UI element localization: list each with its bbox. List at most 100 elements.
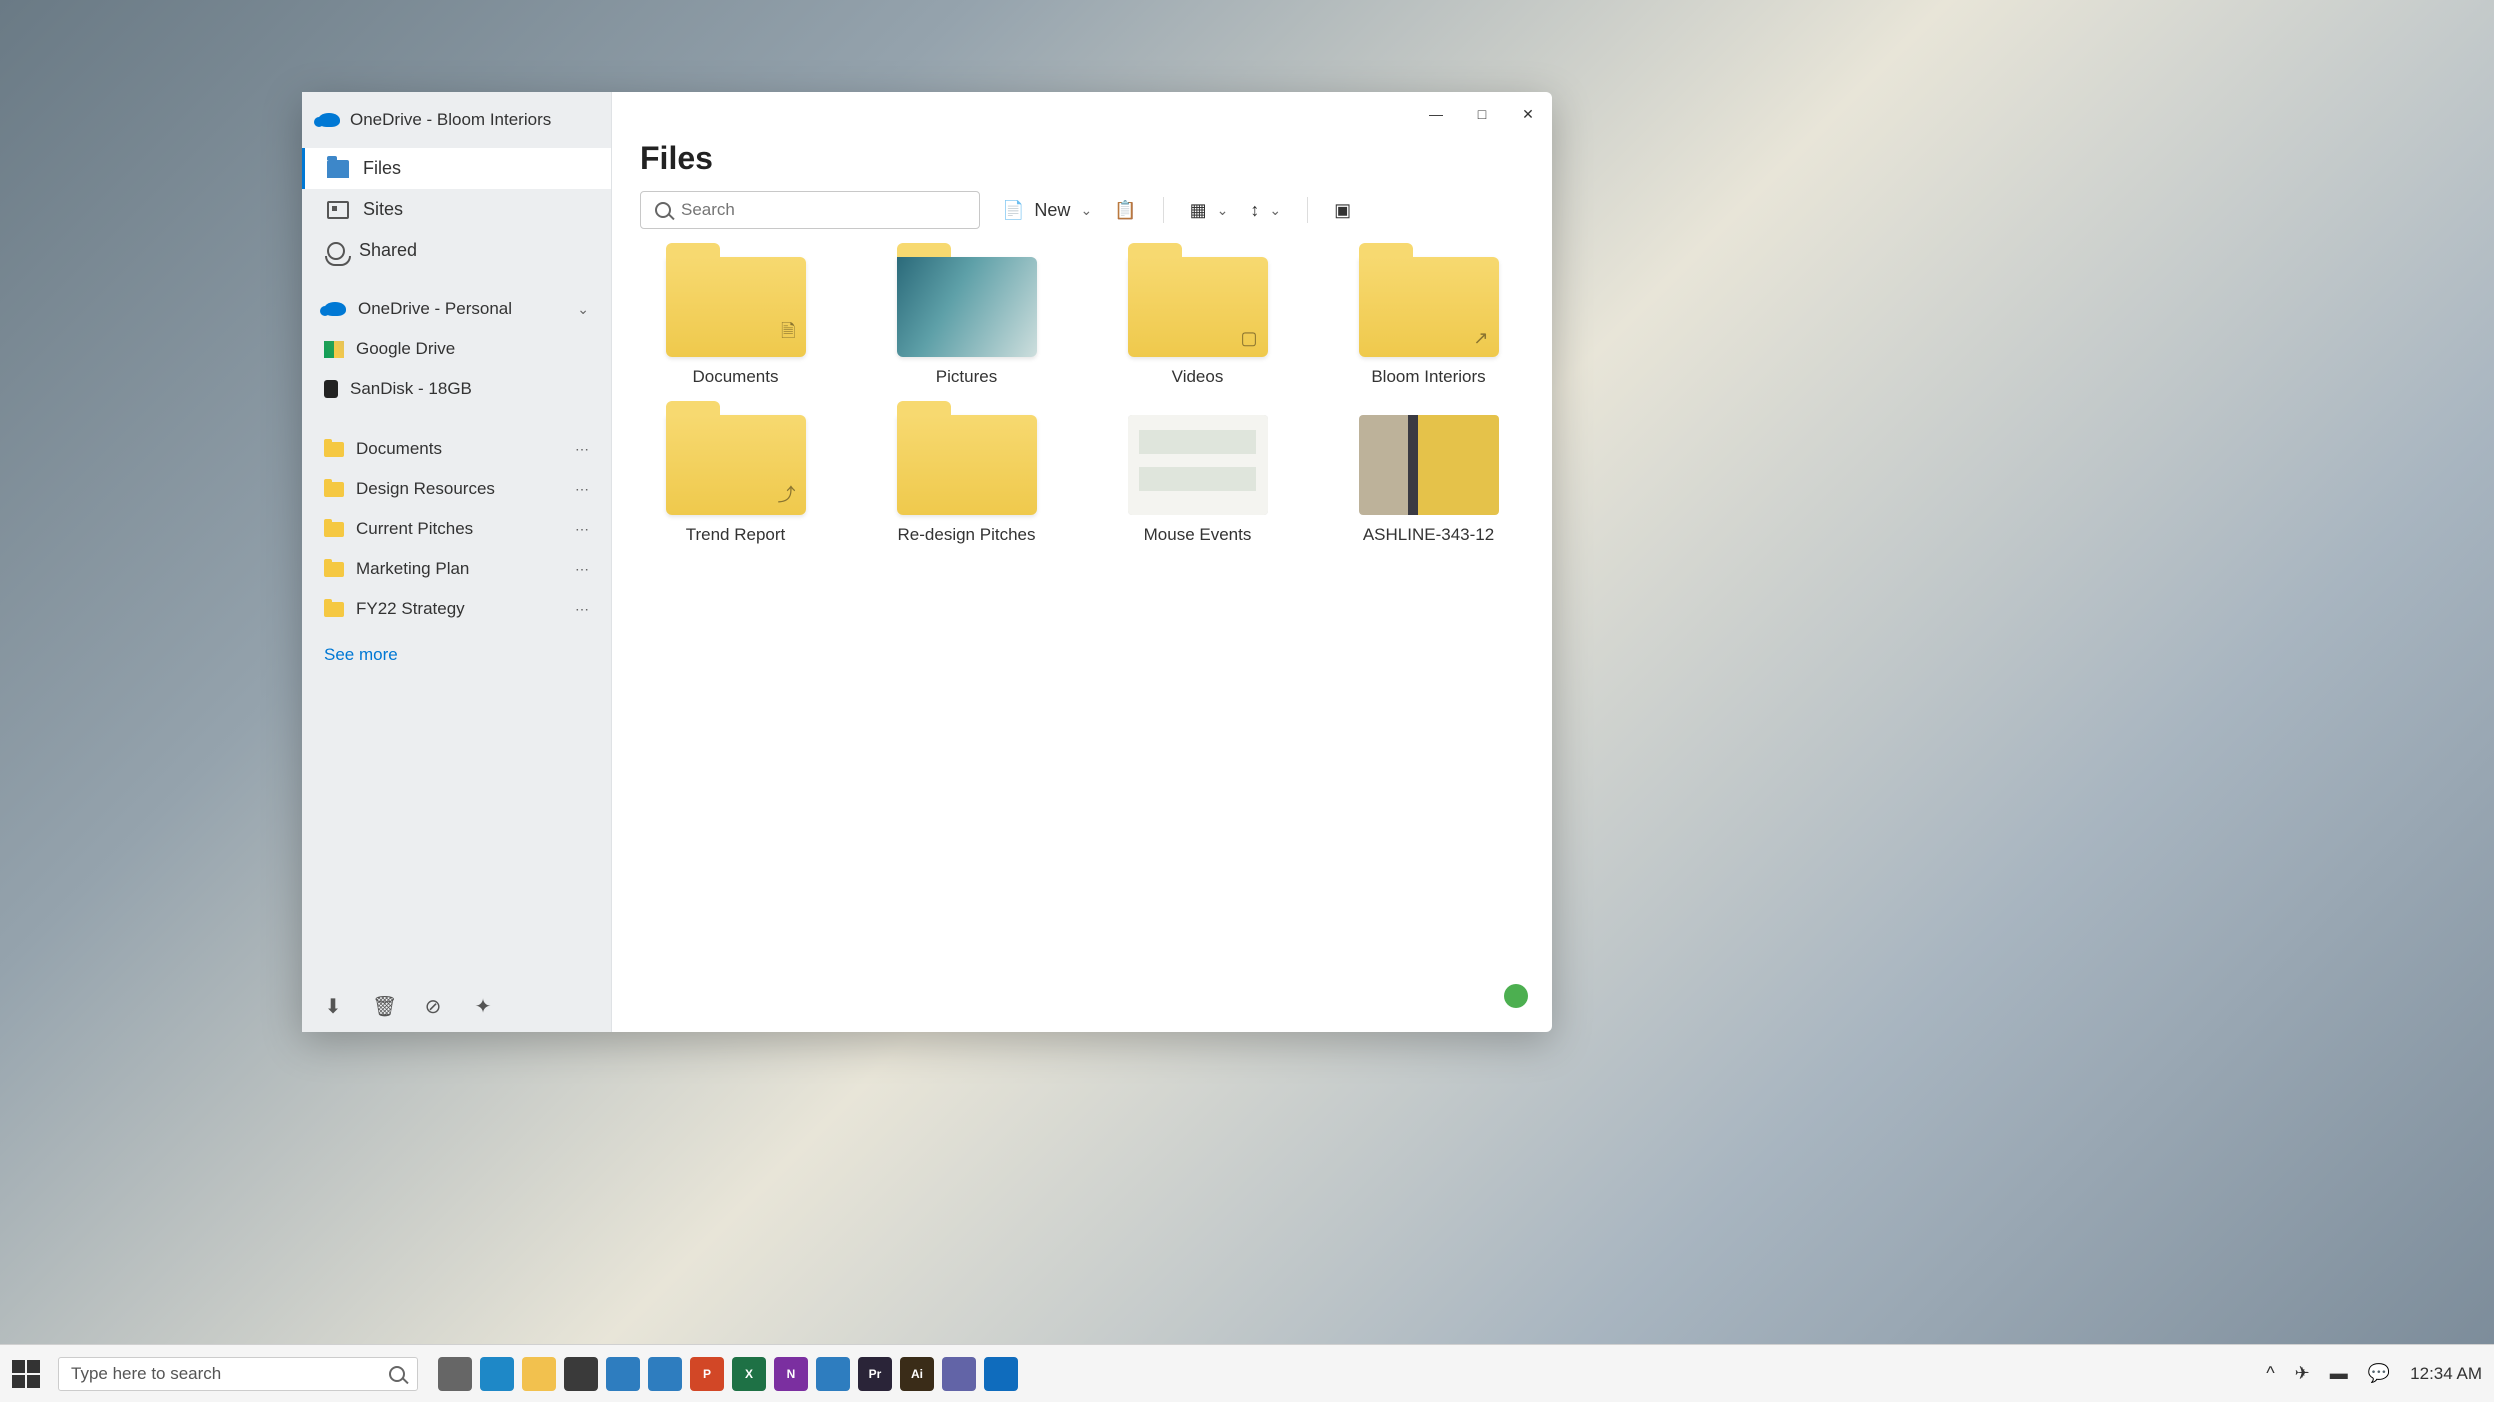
- taskbar-app-calendar[interactable]: [648, 1357, 682, 1391]
- file-thumbnail: [1128, 415, 1268, 515]
- downloads-icon[interactable]: ⬇: [322, 994, 344, 1016]
- search-input[interactable]: [681, 200, 965, 220]
- file-tile[interactable]: ↗ Bloom Interiors: [1333, 257, 1524, 387]
- settings-icon[interactable]: ✦: [472, 994, 494, 1016]
- taskbar-app-task-view[interactable]: [438, 1357, 472, 1391]
- new-label: New: [1034, 200, 1070, 221]
- nav-label: Sites: [363, 199, 403, 220]
- taskbar-app-edge[interactable]: [480, 1357, 514, 1391]
- details-button[interactable]: ▣: [1334, 200, 1351, 221]
- clipboard-icon: 📋: [1114, 200, 1136, 221]
- system-tray: ^ ✈ ▬ 💬 12:34 AM: [2266, 1363, 2482, 1384]
- folder-icon: [324, 562, 344, 577]
- taskbar-apps: PXN PrAi: [438, 1357, 1018, 1391]
- google-drive-icon: [324, 341, 344, 358]
- shared-icon: [327, 242, 345, 260]
- folder-icon: [324, 482, 344, 497]
- taskbar-app-outlook[interactable]: [984, 1357, 1018, 1391]
- file-tile[interactable]: Re-design Pitches: [871, 415, 1062, 545]
- taskbar-app-onenote[interactable]: N: [774, 1357, 808, 1391]
- details-icon: ▣: [1334, 200, 1351, 221]
- file-tile[interactable]: Mouse Events: [1102, 415, 1293, 545]
- toolbar: 📄 New ⌄ 📋 ▦⌄ ↕⌄ ▣: [612, 191, 1552, 247]
- maximize-button[interactable]: □: [1468, 100, 1496, 128]
- nav-shared[interactable]: Shared: [302, 230, 611, 271]
- pin-icon: ⋯: [575, 481, 589, 498]
- pin-icon: ⋯: [575, 441, 589, 458]
- chevron-down-icon: ⌄: [1217, 202, 1229, 219]
- folder-badge-icon: ▢: [1240, 328, 1257, 349]
- folder-badge-icon: ↗: [1473, 328, 1488, 349]
- file-thumbnail: [1359, 415, 1499, 515]
- search-box[interactable]: [640, 191, 980, 229]
- nav-sites[interactable]: Sites: [302, 189, 611, 230]
- taskbar-app-mail[interactable]: [606, 1357, 640, 1391]
- tray-network-icon[interactable]: ✈: [2295, 1363, 2310, 1384]
- file-thumbnail: ▢: [1128, 257, 1268, 357]
- account-label: Google Drive: [356, 339, 455, 359]
- recycle-bin-icon[interactable]: 🗑: [372, 994, 394, 1016]
- separator: [1163, 197, 1164, 223]
- taskbar-search[interactable]: Type here to search: [58, 1357, 418, 1391]
- account-google-drive[interactable]: Google Drive: [302, 329, 611, 369]
- file-name: Trend Report: [686, 525, 786, 545]
- nav-files[interactable]: Files: [302, 148, 611, 189]
- minimize-button[interactable]: —: [1422, 100, 1450, 128]
- file-name: Bloom Interiors: [1371, 367, 1485, 387]
- taskbar-app-teams[interactable]: [942, 1357, 976, 1391]
- file-tile[interactable]: Pictures: [871, 257, 1062, 387]
- paste-button[interactable]: 📋: [1114, 200, 1136, 221]
- taskbar-app-premiere[interactable]: Pr: [858, 1357, 892, 1391]
- pinned-current-pitches[interactable]: Current Pitches⋯: [302, 509, 611, 549]
- file-tile[interactable]: ▢ Videos: [1102, 257, 1293, 387]
- titlebar: — □ ✕: [612, 92, 1552, 136]
- file-explorer-window: OneDrive - Bloom Interiors Files Sites S…: [302, 92, 1552, 1032]
- sync-status-icon[interactable]: [1504, 984, 1528, 1008]
- account-onedrive-personal[interactable]: OneDrive - Personal ⌄: [302, 289, 611, 329]
- taskbar-app-powerpoint[interactable]: P: [690, 1357, 724, 1391]
- file-thumbnail: [897, 415, 1037, 515]
- see-more-link[interactable]: See more: [302, 635, 611, 675]
- file-tile[interactable]: ASHLINE-343-12: [1333, 415, 1524, 545]
- close-button[interactable]: ✕: [1514, 100, 1542, 128]
- folder-icon: [324, 522, 344, 537]
- tray-chevron-icon[interactable]: ^: [2266, 1363, 2274, 1384]
- pinned-label: Marketing Plan: [356, 559, 469, 579]
- pinned-label: Design Resources: [356, 479, 495, 499]
- file-name: ASHLINE-343-12: [1363, 525, 1494, 545]
- taskbar-app-photos[interactable]: [816, 1357, 850, 1391]
- chevron-down-icon: ⌄: [1269, 202, 1281, 219]
- sidebar-footer: ⬇ 🗑 ⊘ ✦: [302, 978, 611, 1032]
- taskbar-app-excel[interactable]: X: [732, 1357, 766, 1391]
- pinned-documents[interactable]: Documents⋯: [302, 429, 611, 469]
- account-sandisk[interactable]: SanDisk - 18GB: [302, 369, 611, 409]
- view-button[interactable]: ▦⌄: [1190, 200, 1229, 221]
- onedrive-icon: [324, 302, 346, 316]
- pinned-label: FY22 Strategy: [356, 599, 465, 619]
- file-name: Videos: [1172, 367, 1224, 387]
- file-tile[interactable]: 🗎Documents: [640, 257, 831, 387]
- file-thumbnail: 🗎: [666, 257, 806, 357]
- pinned-fy22-strategy[interactable]: FY22 Strategy⋯: [302, 589, 611, 629]
- clock[interactable]: 12:34 AM: [2410, 1364, 2482, 1384]
- search-icon: [655, 202, 671, 218]
- taskbar-app-file-explorer[interactable]: [522, 1357, 556, 1391]
- new-button[interactable]: 📄 New ⌄: [1002, 200, 1092, 221]
- taskbar-app-illustrator[interactable]: Ai: [900, 1357, 934, 1391]
- tray-action-center-icon[interactable]: 💬: [2368, 1363, 2390, 1384]
- tray-battery-icon[interactable]: ▬: [2330, 1363, 2348, 1384]
- sort-button[interactable]: ↕⌄: [1250, 200, 1281, 221]
- taskbar-app-store[interactable]: [564, 1357, 598, 1391]
- file-tile[interactable]: ⤴Trend Report: [640, 415, 831, 545]
- pinned-design-resources[interactable]: Design Resources ⋯: [302, 469, 611, 509]
- pinned-marketing-plan[interactable]: Marketing Plan⋯: [302, 549, 611, 589]
- sidebar-nav: Files Sites Shared: [302, 144, 611, 275]
- people-icon[interactable]: ⊘: [422, 994, 444, 1016]
- account-header[interactable]: OneDrive - Bloom Interiors: [302, 92, 611, 144]
- start-button[interactable]: [12, 1360, 40, 1388]
- account-name: OneDrive - Bloom Interiors: [350, 110, 551, 130]
- file-name: Re-design Pitches: [898, 525, 1036, 545]
- sort-icon: ↕: [1250, 200, 1259, 221]
- pinned-label: Current Pitches: [356, 519, 473, 539]
- account-label: OneDrive - Personal: [358, 299, 512, 319]
